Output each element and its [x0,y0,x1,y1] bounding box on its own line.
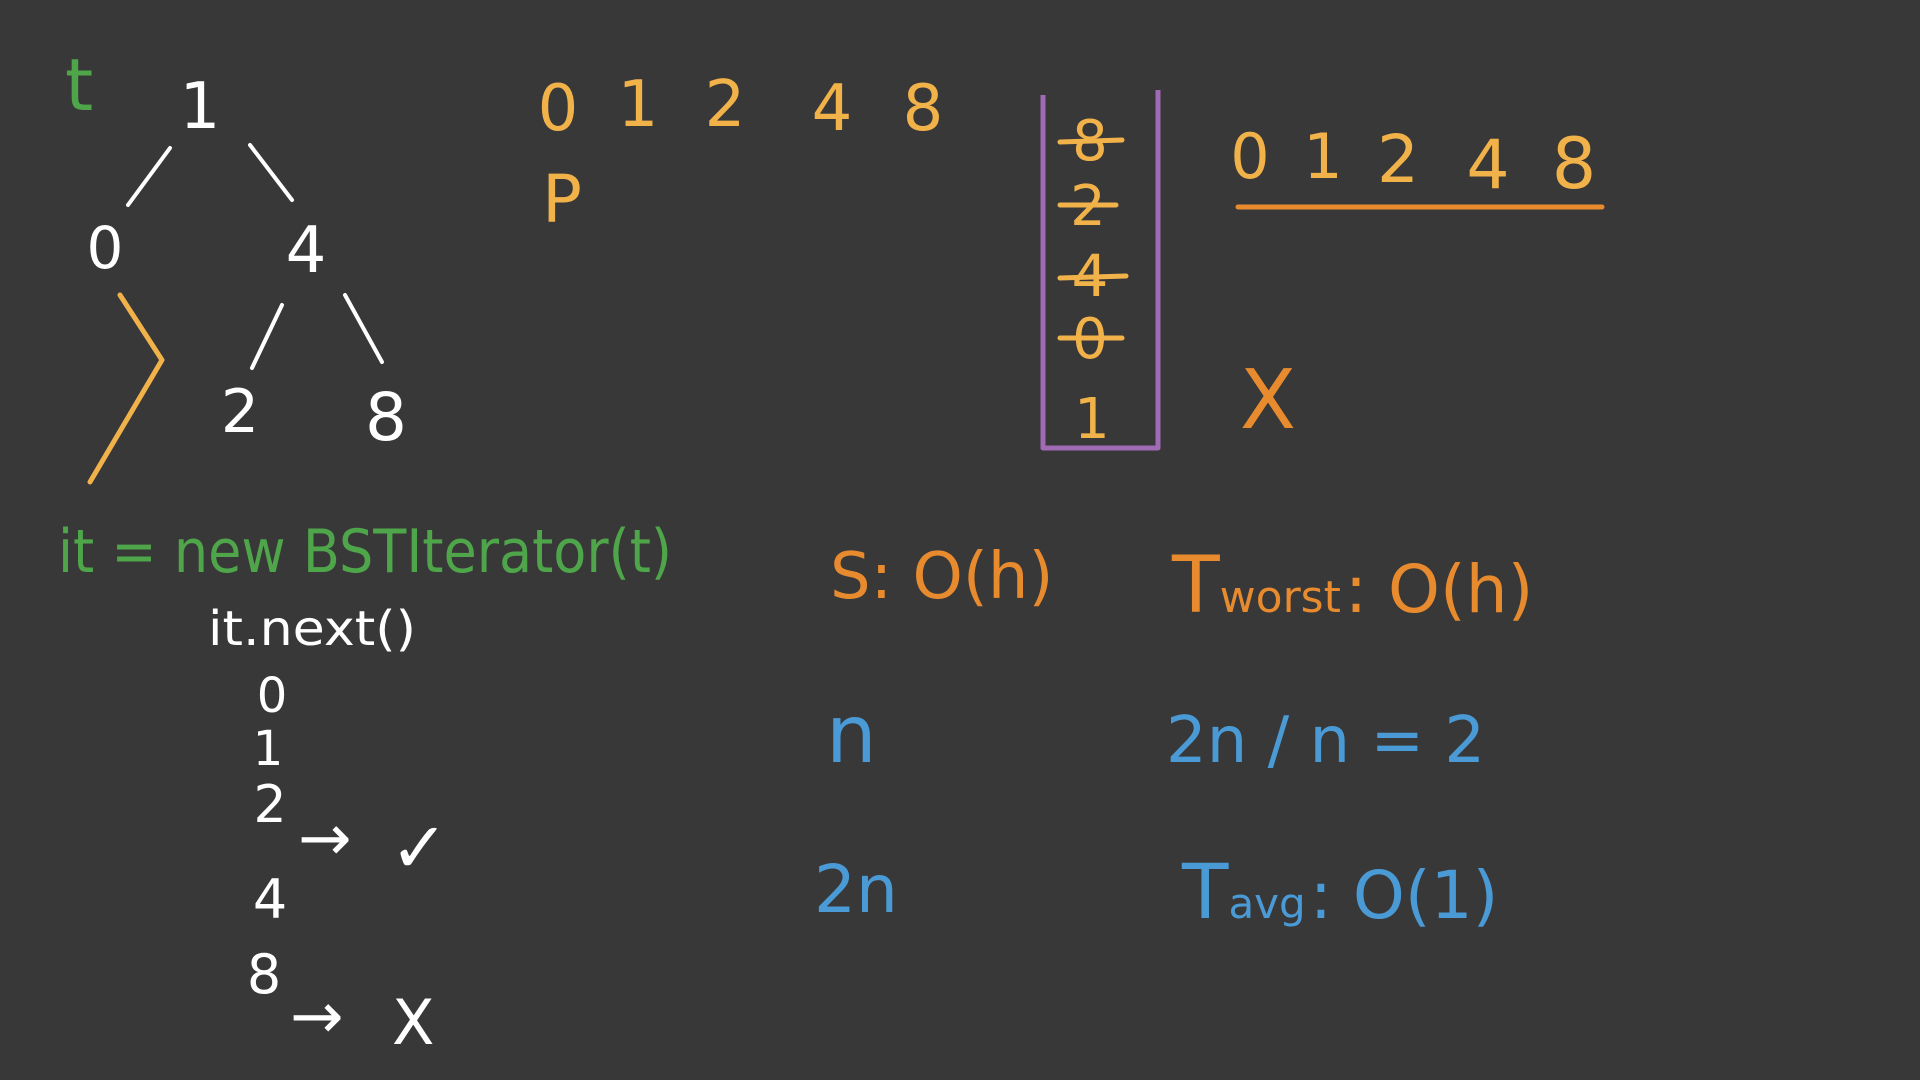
arrow-check: → [298,802,352,876]
tree-node-right-right: 8 [365,379,407,456]
right-seq-1: 1 [1303,120,1342,193]
drawing-surface: t 1 0 4 2 8 0 1 2 4 8 P 8 2 4 0 1 0 1 2 [58,43,1605,1059]
arrow-cross: → [290,980,344,1054]
output-0: 0 [257,668,288,724]
pointer-label: P [542,161,582,238]
space-complexity: S: O(h) [830,540,1053,614]
tree-edge-right-left [250,303,284,370]
n-label: n [826,688,877,781]
stack-strike-2 [1057,273,1129,281]
time-worst: Tworst: O(h) [1171,541,1533,631]
top-seq-2: 2 [705,68,746,142]
traversal-path-stroke [87,292,165,485]
time-avg-value: : O(1) [1310,857,1499,934]
time-worst-value: : O(h) [1345,551,1534,628]
tree-node-root: 1 [180,70,221,144]
stack-strike-0 [1057,137,1125,145]
time-average: Tavg: O(1) [1181,847,1498,936]
output-4: 8 [247,943,281,1006]
next-call-line: it.next() [208,601,416,657]
right-seq-cross: X [1240,353,1296,448]
output-3: 4 [253,868,287,931]
output-2: 2 [253,775,286,835]
space-value: : O(h) [871,540,1054,614]
time-worst-t: T [1171,541,1220,631]
tree-edge-root-left [126,146,172,207]
right-seq-4: 8 [1552,123,1597,205]
top-seq-4: 8 [903,72,944,146]
top-seq-1: 1 [618,68,659,142]
right-seq-2: 2 [1377,121,1419,198]
output-1: 1 [253,721,284,777]
tree-node-left: 0 [87,214,124,282]
binary-tree: t 1 0 4 2 8 [65,43,407,485]
tree-label: t [65,43,93,127]
iterator-trace: it = new BSTIterator(t) it.next() 0 1 2 … [58,517,672,1059]
top-seq-3: 4 [812,72,853,146]
right-seq-3: 4 [1466,126,1509,205]
tree-node-right: 4 [286,214,327,288]
tree-node-right-left: 2 [221,377,259,447]
cross-mark: X [392,986,434,1059]
stack: 8 2 4 0 1 [1040,90,1161,452]
space-label: S [830,540,871,614]
time-avg-subscript: avg [1228,879,1305,928]
complexity-notes: S: O(h) Tworst: O(h) n 2n / n = 2 2n Tav… [814,540,1533,936]
time-worst-subscript: worst [1220,572,1341,623]
right-seq-0: 0 [1230,120,1269,193]
whiteboard-canvas: t 1 0 4 2 8 0 1 2 4 8 P 8 2 4 0 1 0 1 2 [0,0,1920,1080]
tree-edge-right-right [343,293,384,364]
time-avg-t: T [1181,847,1229,936]
ratio-expression: 2n / n = 2 [1166,704,1485,778]
tree-edge-root-right [248,143,294,202]
top-seq-0: 0 [538,72,579,146]
constructor-line: it = new BSTIterator(t) [58,517,672,587]
top-sequence: 0 1 2 4 8 P [538,68,944,238]
check-mark: ✓ [390,807,449,889]
two-n-label: 2n [814,851,898,928]
right-sequence: 0 1 2 4 8 X [1230,120,1605,448]
stack-item-4: 1 [1074,387,1110,452]
